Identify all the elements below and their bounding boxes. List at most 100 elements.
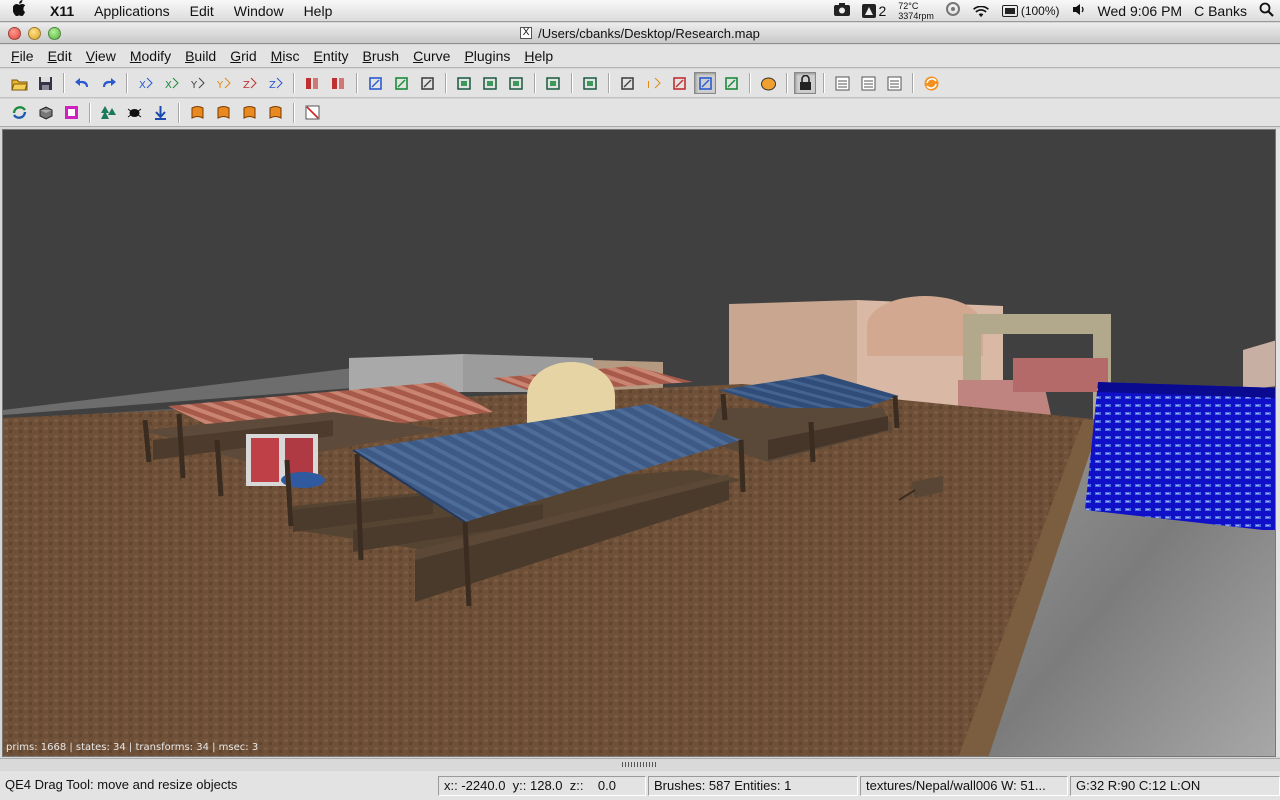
mac-menu-help[interactable]: Help xyxy=(294,3,343,19)
pane-splitter[interactable] xyxy=(0,758,1280,770)
grid-icon xyxy=(887,76,901,90)
close-window-button[interactable] xyxy=(8,27,21,40)
grid-button[interactable] xyxy=(883,72,905,94)
hollow-button[interactable] xyxy=(416,72,438,94)
apple-menu-icon[interactable] xyxy=(0,0,40,21)
menu-brush[interactable]: Brush xyxy=(356,48,407,64)
menu-file[interactable]: File xyxy=(4,48,41,64)
mac-menu-applications[interactable]: Applications xyxy=(84,3,180,19)
toolbar-separator xyxy=(608,73,609,93)
svg-text:Y: Y xyxy=(216,80,224,91)
patch-endcap-button[interactable] xyxy=(264,102,286,124)
toolbar-separator xyxy=(445,73,446,93)
menu-label-rest: iew xyxy=(94,48,116,64)
user-menu[interactable]: C Banks xyxy=(1188,3,1253,19)
menu-mnemonic: F xyxy=(11,48,20,64)
camera-viewport[interactable]: prims: 1668 | states: 34 | transforms: 3… xyxy=(2,129,1276,757)
splitter-grip-icon[interactable] xyxy=(622,762,658,767)
menu-edit[interactable]: Edit xyxy=(41,48,79,64)
redo-button[interactable] xyxy=(97,72,119,94)
clipper-button[interactable] xyxy=(364,72,386,94)
patch-bevel-button[interactable] xyxy=(238,102,260,124)
menu-help[interactable]: Help xyxy=(517,48,560,64)
csg-subtract-button[interactable] xyxy=(301,72,323,94)
temperature-readout[interactable]: 72°C 3374rpm xyxy=(892,1,940,21)
volume-icon[interactable] xyxy=(1066,3,1092,19)
flip-x-button[interactable]: X xyxy=(134,72,156,94)
menu-plugins[interactable]: Plugins xyxy=(457,48,517,64)
menu-label-rest: elp xyxy=(534,48,554,64)
menu-view[interactable]: View xyxy=(79,48,123,64)
brush-button[interactable] xyxy=(34,102,56,124)
lock-button[interactable] xyxy=(794,72,816,94)
toolbar-separator xyxy=(63,73,64,93)
text-button[interactable] xyxy=(857,72,879,94)
open-button[interactable] xyxy=(8,72,30,94)
battery-status[interactable]: (100%) xyxy=(996,4,1066,18)
split-button[interactable] xyxy=(390,72,412,94)
menu-grid[interactable]: Grid xyxy=(223,48,263,64)
xy-view-button[interactable] xyxy=(542,72,564,94)
list-button[interactable] xyxy=(831,72,853,94)
camera-icon[interactable] xyxy=(828,2,856,19)
flip-y-button[interactable]: Y xyxy=(186,72,208,94)
render-stats: prims: 1668 | states: 34 | transforms: 3… xyxy=(6,742,259,753)
menu-build[interactable]: Build xyxy=(178,48,223,64)
menu-modify[interactable]: Modify xyxy=(123,48,178,64)
csg-subtract-icon xyxy=(305,77,318,89)
refresh-map-button[interactable] xyxy=(8,102,30,124)
resize-button[interactable] xyxy=(720,72,742,94)
save-button[interactable] xyxy=(34,72,56,94)
zoom-window-button[interactable] xyxy=(48,27,61,40)
rotate-z-button[interactable]: Z xyxy=(264,72,286,94)
entity-button[interactable] xyxy=(757,72,779,94)
mac-menu-edit[interactable]: Edit xyxy=(180,3,224,19)
tree-button[interactable] xyxy=(97,102,119,124)
camera-view-button[interactable] xyxy=(479,72,501,94)
activity-icon[interactable] xyxy=(940,2,966,19)
entity-bug-button[interactable] xyxy=(123,102,145,124)
spotlight-search-icon[interactable] xyxy=(1253,2,1280,20)
patch-cap-icon xyxy=(217,106,229,119)
menu-misc[interactable]: Misc xyxy=(264,48,307,64)
scale-button[interactable] xyxy=(668,72,690,94)
resize-icon xyxy=(724,76,738,90)
drag-select-button[interactable] xyxy=(694,72,716,94)
menu-curve[interactable]: Curve xyxy=(406,48,457,64)
rotate-y-button[interactable]: Y xyxy=(212,72,234,94)
patch-cap-button[interactable] xyxy=(212,102,234,124)
minimize-window-button[interactable] xyxy=(28,27,41,40)
cube-view-icon xyxy=(456,76,471,90)
text-icon xyxy=(861,76,875,90)
drop-button[interactable] xyxy=(149,102,171,124)
cube-view-button[interactable] xyxy=(453,72,475,94)
undo-button[interactable] xyxy=(71,72,93,94)
menu-mnemonic: P xyxy=(464,48,474,64)
spaces-indicator[interactable]: 2 xyxy=(856,3,893,19)
move-button[interactable] xyxy=(616,72,638,94)
svg-text:Y: Y xyxy=(190,80,198,91)
menu-entity[interactable]: Entity xyxy=(306,48,355,64)
app-name-menu[interactable]: X11 xyxy=(40,3,84,19)
invalid-button[interactable] xyxy=(301,102,323,124)
patch-button[interactable] xyxy=(186,102,208,124)
svg-text:Z: Z xyxy=(269,80,276,91)
rotate-icon: I xyxy=(647,77,661,91)
csg-merge-icon xyxy=(331,77,344,89)
refresh-button[interactable] xyxy=(920,72,942,94)
csg-merge-button[interactable] xyxy=(327,72,349,94)
rotate-button[interactable]: I xyxy=(642,72,664,94)
clock[interactable]: Wed 9:06 PM xyxy=(1092,3,1189,19)
change-view-button[interactable] xyxy=(579,72,601,94)
wifi-icon[interactable] xyxy=(966,3,996,19)
svg-text:Z: Z xyxy=(243,80,250,91)
status-texture: textures/Nepal/wall006 W: 51... xyxy=(860,776,1068,796)
rotate-x-button[interactable]: X xyxy=(160,72,182,94)
flip-z-button[interactable]: Z xyxy=(238,72,260,94)
mac-menu-window[interactable]: Window xyxy=(224,3,294,19)
texture-view-button[interactable] xyxy=(505,72,527,94)
spaces-icon xyxy=(861,3,876,18)
battery-icon xyxy=(1001,4,1018,17)
window-title-bar[interactable]: X /Users/cbanks/Desktop/Research.map xyxy=(0,23,1280,44)
texture-button[interactable] xyxy=(60,102,82,124)
